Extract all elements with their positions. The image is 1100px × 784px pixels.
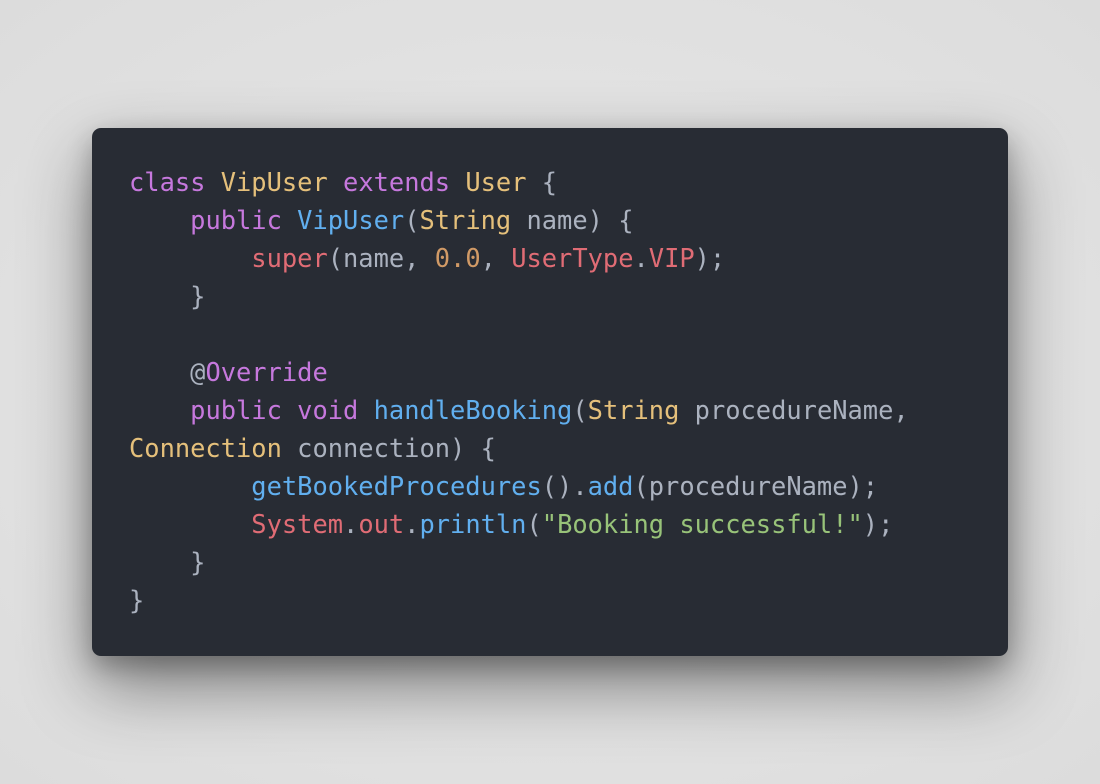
code-line: super(name, 0.0, UserType.VIP); (129, 239, 1008, 277)
code-token: String (419, 205, 512, 235)
code-token: String (587, 395, 680, 425)
code-line: } (129, 581, 1008, 619)
code-token: add (587, 471, 634, 501)
code-token: (name, (327, 243, 435, 273)
code-token: public (190, 205, 282, 235)
code-token: connection) { (281, 433, 496, 463)
code-token: @ (129, 357, 206, 387)
code-token: VIP (648, 243, 695, 273)
code-line: } (129, 277, 1008, 315)
code-snippet-card: class VipUser extends User { public VipU… (92, 128, 1008, 656)
code-token: void (297, 395, 359, 425)
code-token: . (633, 243, 649, 273)
code-token: . (343, 509, 359, 539)
code-token: Connection (129, 433, 282, 463)
code-token: 0.0 (434, 243, 481, 273)
code-token: ( (526, 509, 542, 539)
code-line: @Override (129, 353, 1008, 391)
code-token: VipUser (220, 167, 328, 197)
code-token: ); (862, 509, 894, 539)
code-token: { (526, 167, 558, 197)
code-token: name) { (511, 205, 634, 235)
code-token: public (190, 395, 282, 425)
code-line: public VipUser(String name) { (129, 201, 1008, 239)
code-token: (procedureName); (633, 471, 879, 501)
code-line: getBookedProcedures().add(procedureName)… (129, 467, 1008, 505)
code-line: public void handleBooking(String procedu… (129, 391, 1008, 429)
code-token: handleBooking (373, 395, 573, 425)
code-token: getBookedProcedures (251, 471, 542, 501)
code-token: } (129, 281, 206, 311)
code-token: class (129, 167, 206, 197)
canvas-background: class VipUser extends User { public VipU… (0, 0, 1100, 784)
code-token: out (358, 509, 405, 539)
code-line: class VipUser extends User { (129, 163, 1008, 201)
code-token: ); (694, 243, 726, 273)
code-token: System (251, 509, 344, 539)
code-token: User (465, 167, 527, 197)
code-token: UserType (511, 243, 634, 273)
code-block: class VipUser extends User { public VipU… (129, 163, 1008, 619)
code-token: "Booking successful!" (541, 509, 863, 539)
code-token: } (129, 547, 206, 577)
code-line: } (129, 543, 1008, 581)
code-token: , (480, 243, 512, 273)
code-token: println (419, 509, 527, 539)
code-token: procedureName, (679, 395, 909, 425)
code-token: super (251, 243, 328, 273)
code-line: Connection connection) { (129, 429, 1008, 467)
code-token: ( (572, 395, 588, 425)
code-token: Override (205, 357, 328, 387)
code-token: extends (343, 167, 451, 197)
code-line: System.out.println("Booking successful!"… (129, 505, 1008, 543)
code-token: } (129, 585, 145, 615)
code-token: VipUser (297, 205, 405, 235)
code-token: (). (541, 471, 588, 501)
code-token: . (404, 509, 420, 539)
code-token: ( (404, 205, 420, 235)
